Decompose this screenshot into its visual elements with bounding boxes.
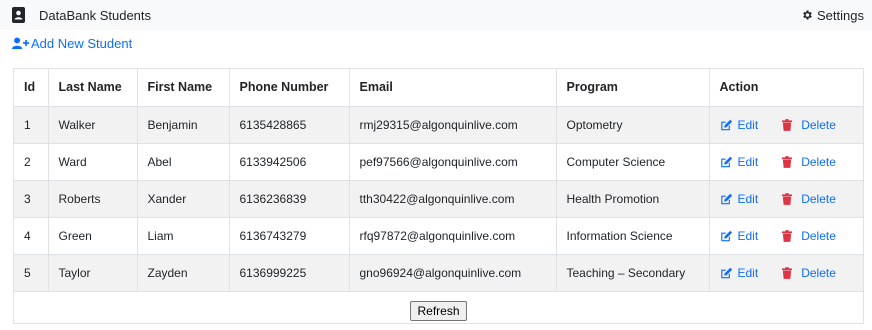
add-new-student-link[interactable]: Add New Student: [12, 35, 132, 51]
table-row: 1 Walker Benjamin 6135428865 rmj29315@al…: [14, 106, 863, 144]
cell-program: Computer Science: [556, 143, 710, 181]
table-row: 3 Roberts Xander 6136236839 tth30422@alg…: [14, 180, 863, 218]
cell-action: Edit Delete: [709, 217, 863, 255]
students-table-container: Id Last Name First Name Phone Number Ema…: [13, 68, 864, 324]
cell-email: tth30422@algonquinlive.com: [349, 180, 557, 218]
column-header-program: Program: [556, 69, 710, 107]
edit-label: Edit: [737, 191, 759, 206]
cell-phone: 6136999225: [229, 254, 350, 292]
cell-id: 2: [14, 143, 49, 181]
cell-phone: 6135428865: [229, 106, 350, 144]
edit-icon: [720, 267, 732, 278]
cell-phone: 6136743279: [229, 217, 350, 255]
trash-icon: [782, 192, 793, 205]
delete-label: Delete: [801, 228, 836, 243]
edit-button[interactable]: Edit: [720, 154, 759, 169]
address-book-icon: [12, 7, 25, 23]
edit-button[interactable]: Edit: [720, 191, 759, 206]
cell-first-name: Liam: [137, 217, 230, 255]
delete-button[interactable]: Delete: [782, 266, 836, 280]
column-header-last-name: Last Name: [48, 69, 138, 107]
edit-label: Edit: [737, 154, 759, 169]
cell-email: rmj29315@algonquinlive.com: [349, 106, 557, 144]
students-table: Id Last Name First Name Phone Number Ema…: [14, 69, 863, 292]
cell-action: Edit Delete: [709, 106, 863, 144]
edit-button[interactable]: Edit: [720, 228, 759, 243]
cell-last-name: Ward: [48, 143, 138, 181]
table-row: 5 Taylor Zayden 6136999225 gno96924@algo…: [14, 254, 863, 292]
delete-button[interactable]: Delete: [782, 229, 836, 243]
app-title: DataBank Students: [39, 7, 152, 23]
cell-first-name: Xander: [137, 180, 230, 218]
settings-link[interactable]: Settings: [801, 0, 864, 30]
delete-label: Delete: [801, 265, 836, 280]
cell-last-name: Green: [48, 217, 138, 255]
edit-label: Edit: [737, 228, 759, 243]
edit-icon: [720, 119, 732, 130]
cell-phone: 6136236839: [229, 180, 350, 218]
gear-icon: [803, 10, 812, 20]
edit-icon: [720, 156, 732, 167]
cell-last-name: Taylor: [48, 254, 138, 292]
cell-first-name: Abel: [137, 143, 230, 181]
delete-label: Delete: [801, 117, 836, 132]
brand[interactable]: DataBank Students: [12, 7, 151, 23]
cell-first-name: Zayden: [137, 254, 230, 292]
table-row: 2 Ward Abel 6133942506 pef97566@algonqui…: [14, 143, 863, 181]
delete-button[interactable]: Delete: [782, 155, 836, 169]
user-plus-icon: [12, 37, 29, 49]
edit-button[interactable]: Edit: [720, 117, 759, 132]
settings-label: Settings: [817, 7, 864, 23]
delete-button[interactable]: Delete: [782, 192, 836, 206]
column-header-email: Email: [349, 69, 557, 107]
edit-label: Edit: [737, 265, 759, 280]
trash-icon: [782, 155, 793, 168]
column-header-phone-number: Phone Number: [229, 69, 350, 107]
cell-id: 4: [14, 217, 49, 255]
add-new-student-label: Add New Student: [31, 35, 133, 51]
delete-label: Delete: [801, 154, 836, 169]
refresh-button[interactable]: Refresh: [410, 300, 467, 321]
cell-program: Health Promotion: [556, 180, 710, 218]
delete-button[interactable]: Delete: [782, 118, 836, 132]
cell-phone: 6133942506: [229, 143, 350, 181]
delete-label: Delete: [801, 191, 836, 206]
column-header-first-name: First Name: [137, 69, 230, 107]
cell-program: Teaching – Secondary: [556, 254, 710, 292]
table-row: 4 Green Liam 6136743279 rfq97872@algonqu…: [14, 217, 863, 255]
trash-icon: [782, 266, 793, 279]
cell-program: Information Science: [556, 217, 710, 255]
edit-icon: [720, 230, 732, 241]
trash-icon: [782, 118, 793, 131]
cell-email: gno96924@algonquinlive.com: [349, 254, 557, 292]
column-header-action: Action: [709, 69, 863, 107]
cell-email: rfq97872@algonquinlive.com: [349, 217, 557, 255]
top-navbar: DataBank Students Settings: [0, 0, 872, 30]
cell-id: 5: [14, 254, 49, 292]
table-footer: Refresh: [14, 292, 863, 330]
cell-action: Edit Delete: [709, 254, 863, 292]
edit-button[interactable]: Edit: [720, 265, 759, 280]
cell-first-name: Benjamin: [137, 106, 230, 144]
trash-icon: [782, 229, 793, 242]
edit-label: Edit: [737, 117, 759, 132]
cell-last-name: Walker: [48, 106, 138, 144]
edit-icon: [720, 193, 732, 204]
cell-id: 3: [14, 180, 49, 218]
cell-action: Edit Delete: [709, 143, 863, 181]
cell-id: 1: [14, 106, 49, 144]
cell-action: Edit Delete: [709, 180, 863, 218]
cell-program: Optometry: [556, 106, 710, 144]
column-header-id: Id: [14, 69, 49, 107]
table-header-row: Id Last Name First Name Phone Number Ema…: [14, 69, 863, 107]
cell-email: pef97566@algonquinlive.com: [349, 143, 557, 181]
cell-last-name: Roberts: [48, 180, 138, 218]
